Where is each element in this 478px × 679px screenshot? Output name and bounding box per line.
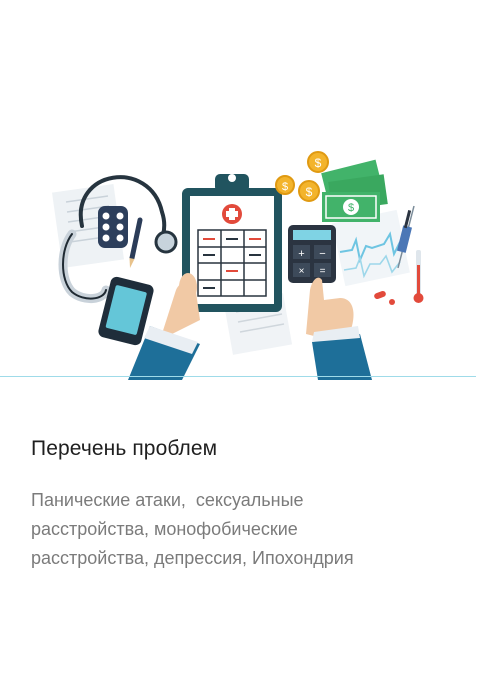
svg-text:$: $ <box>348 202 354 214</box>
description-line: расстройства, депрессия, Ипохондрия <box>31 548 354 568</box>
svg-text:−: − <box>319 248 325 260</box>
svg-text:$: $ <box>306 185 313 199</box>
description-line: расстройства, монофобические <box>31 519 298 539</box>
right-hand <box>306 277 372 380</box>
svg-text:=: = <box>320 266 326 277</box>
banknote-icon: $ <box>321 159 388 222</box>
pencil-icon <box>129 217 143 268</box>
card-description: Панические атаки, сексуальные расстройст… <box>31 486 461 573</box>
svg-text:$: $ <box>315 156 322 170</box>
svg-text:$: $ <box>282 181 288 193</box>
problem-list-card: $ $ $ $ + − × = Перечень проблем Паничес… <box>0 0 478 679</box>
pill-icon <box>374 290 395 305</box>
clipboard-icon <box>182 174 282 312</box>
coin-icon: $ $ $ <box>275 151 329 202</box>
thermometer-icon <box>413 250 424 303</box>
section-divider <box>0 376 476 377</box>
medical-cross-icon <box>222 204 242 224</box>
svg-text:+: + <box>298 248 304 260</box>
calculator-icon: + − × = <box>288 225 336 283</box>
medical-finance-illustration: $ $ $ $ + − × = <box>52 151 424 380</box>
description-line: Панические атаки, сексуальные <box>31 490 304 510</box>
card-title: Перечень проблем <box>31 437 218 460</box>
pill-blister-icon <box>98 206 128 248</box>
svg-text:×: × <box>299 266 305 277</box>
